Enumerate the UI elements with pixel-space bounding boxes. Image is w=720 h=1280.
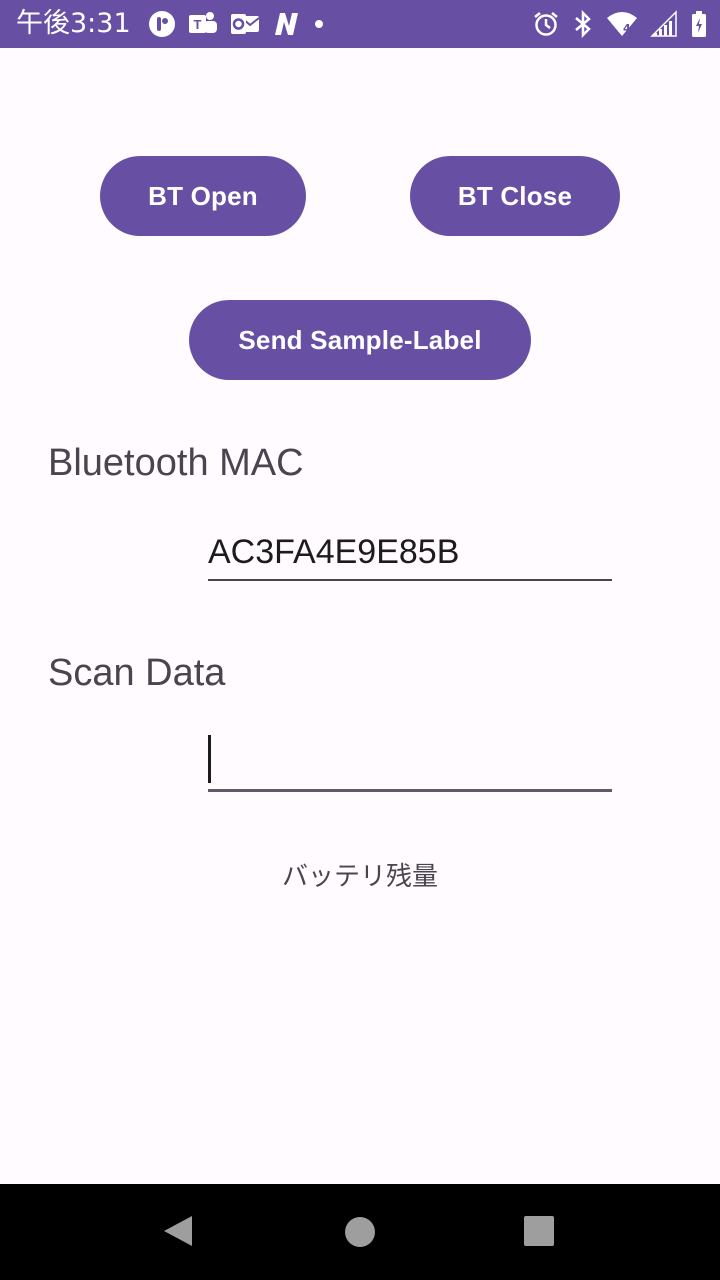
recents-icon[interactable] [524,1216,554,1246]
send-sample-label-button[interactable]: Send Sample-Label [189,300,531,380]
wifi-badge: 4 [623,22,631,35]
bluetooth-mac-label: Bluetooth MAC [48,442,304,484]
status-bar: 午後3:31 T 4 [0,0,720,48]
more-dot-icon [315,20,323,28]
battery-icon [692,11,706,37]
battery-level-label: バッテリ残量 [281,862,438,892]
outlook-icon [231,14,260,34]
back-icon[interactable] [162,1214,194,1248]
notification-app-icon [149,11,175,37]
scan-data-input[interactable] [208,735,612,792]
bluetooth-icon [575,10,591,38]
bt-close-button[interactable]: BT Close [410,156,620,236]
status-time: 午後3:31 [16,8,131,39]
signal-icon [650,10,677,37]
svg-text:T: T [194,17,202,32]
text-cursor [208,735,211,783]
alarm-icon [534,12,558,36]
teams-icon: T [189,12,217,33]
status-icons-left: T [148,8,338,40]
home-icon[interactable] [344,1216,376,1248]
status-icons-right: 4 [520,8,708,40]
bluetooth-mac-value: AC3FA4E9E85B [208,533,460,571]
wifi-icon: 4 [606,10,638,38]
bt-open-button[interactable]: BT Open [100,156,306,236]
bluetooth-mac-input[interactable]: AC3FA4E9E85B [208,530,612,581]
navigation-bar [0,1184,720,1280]
scan-data-label: Scan Data [48,652,226,694]
n-app-icon [275,13,298,35]
